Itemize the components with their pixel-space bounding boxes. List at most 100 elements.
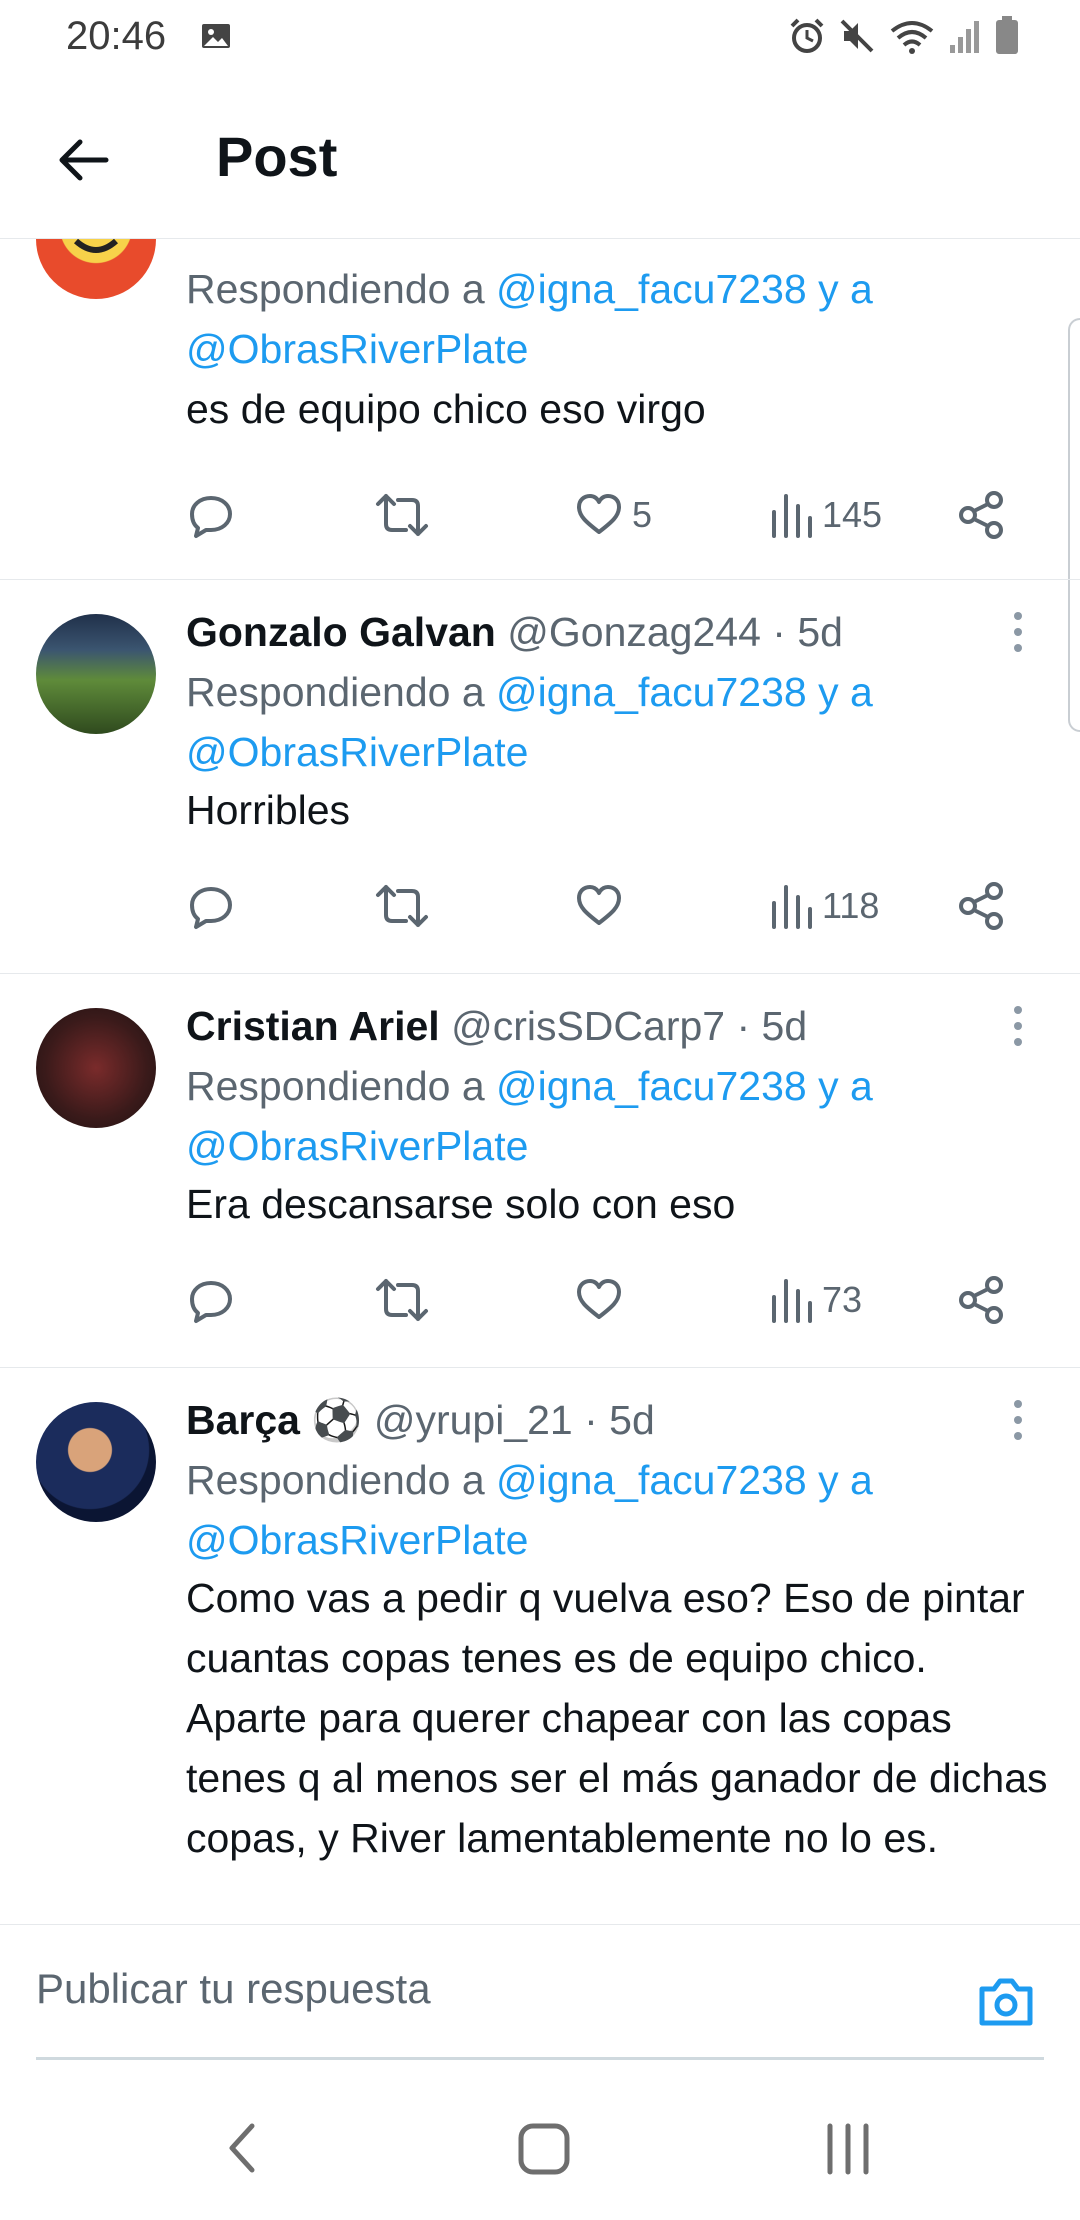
replies-feed[interactable]: Respondiendo a @igna_facu7238 y a @Obras… xyxy=(0,239,1080,1924)
page-title: Post xyxy=(216,125,338,188)
author-name[interactable]: Gonzalo Galvan xyxy=(186,609,496,655)
status-icons xyxy=(788,16,1020,56)
reply-context: Respondiendo a @igna_facu7238 y a @Obras… xyxy=(186,662,1046,782)
view-count: 145 xyxy=(822,494,883,535)
reply-user-link[interactable]: @ObrasRiverPlate xyxy=(186,1123,528,1169)
retweet-icon xyxy=(376,1279,428,1321)
reply-user-link[interactable]: @ObrasRiverPlate xyxy=(186,729,528,775)
status-bar: 20:46 xyxy=(0,0,1080,76)
retweet-icon xyxy=(376,885,428,927)
reply-user-link[interactable]: @igna_facu7238 xyxy=(496,669,807,715)
reply-prefix: Respondiendo a xyxy=(186,266,485,312)
like-icon xyxy=(577,885,621,925)
like-button[interactable] xyxy=(574,1270,624,1330)
more-icon[interactable] xyxy=(1010,1390,1026,1450)
nav-back-icon[interactable] xyxy=(222,2118,262,2178)
reply-user-link[interactable]: @igna_facu7238 xyxy=(496,1063,807,1109)
like-button[interactable] xyxy=(574,876,624,936)
author-name[interactable]: Barça ⚽ xyxy=(186,1397,362,1443)
tweet-text: Era descansarse solo con eso xyxy=(186,1181,736,1227)
retweet-icon xyxy=(376,494,428,536)
tweet-1[interactable]: Gonzalo Galvan @Gonzag244 · 5d Respondie… xyxy=(0,580,1080,974)
reply-user-link[interactable]: @ObrasRiverPlate xyxy=(186,326,528,372)
tweet-text: Como vas a pedir q vuelva eso? Eso de pi… xyxy=(186,1575,1048,1861)
share-icon xyxy=(959,1276,1003,1324)
avatar-face-icon xyxy=(73,239,119,253)
reply-user-link[interactable]: @igna_facu7238 xyxy=(496,266,807,312)
reply-icon xyxy=(190,1281,232,1323)
gallery-notification-icon xyxy=(202,24,230,48)
tweet-3[interactable]: Barça ⚽ @yrupi_21 · 5d Respondiendo a @i… xyxy=(0,1368,1080,1924)
reply-icon xyxy=(190,496,232,538)
tweet-actions: 5 145 xyxy=(0,485,1080,545)
reply-prefix: Respondiendo a xyxy=(186,1063,485,1109)
composer-underline xyxy=(36,2057,1044,2060)
tweet-meta: Barça ⚽ @yrupi_21 · 5d xyxy=(186,1390,655,1450)
avatar[interactable] xyxy=(36,614,156,734)
share-button[interactable] xyxy=(958,876,1006,936)
more-icon[interactable] xyxy=(1010,996,1026,1056)
avatar[interactable] xyxy=(36,239,156,299)
mute-icon xyxy=(840,19,874,53)
reply-and-link[interactable]: y a xyxy=(818,1063,873,1109)
views-button[interactable]: 73 xyxy=(770,1270,862,1330)
back-arrow-icon[interactable] xyxy=(52,128,116,192)
share-button[interactable] xyxy=(958,485,1006,545)
nav-home-icon[interactable] xyxy=(516,2118,572,2178)
status-time: 20:46 xyxy=(66,14,167,58)
reply-prefix: Respondiendo a xyxy=(186,669,485,715)
avatar[interactable] xyxy=(36,1008,156,1128)
tweet-2[interactable]: Cristian Ariel @crisSDCarp7 · 5d Respond… xyxy=(0,974,1080,1368)
author-handle[interactable]: @yrupi_21 · 5d xyxy=(374,1397,655,1443)
reply-and-link[interactable]: y a xyxy=(818,1457,873,1503)
tweet-text: Horribles xyxy=(186,787,351,833)
retweet-button[interactable] xyxy=(374,876,430,936)
reply-prefix: Respondiendo a xyxy=(186,1457,485,1503)
author-handle[interactable]: @crisSDCarp7 · 5d xyxy=(451,1003,807,1049)
retweet-button[interactable] xyxy=(374,485,430,545)
nav-recents-icon[interactable] xyxy=(820,2118,876,2178)
view-count: 118 xyxy=(822,885,880,926)
reply-button[interactable] xyxy=(186,485,236,545)
reply-context: Respondiendo a @igna_facu7238 y a @Obras… xyxy=(186,259,1046,379)
tweet-0[interactable]: Respondiendo a @igna_facu7238 y a @Obras… xyxy=(0,239,1080,580)
views-icon xyxy=(772,494,812,538)
reply-context: Respondiendo a @igna_facu7238 y a @Obras… xyxy=(186,1450,1046,1570)
author-name[interactable]: Cristian Ariel xyxy=(186,1003,440,1049)
views-icon xyxy=(772,885,812,929)
views-button[interactable]: 118 xyxy=(770,876,879,936)
reply-composer: Publicar tu respuesta xyxy=(0,1924,1080,2061)
share-icon xyxy=(959,491,1003,539)
more-icon[interactable] xyxy=(1010,602,1026,662)
like-button[interactable]: 5 xyxy=(574,485,652,545)
views-icon xyxy=(772,1279,812,1323)
views-button[interactable]: 145 xyxy=(770,485,882,545)
tweet-text: es de equipo chico eso virgo xyxy=(186,386,706,432)
reply-user-link[interactable]: @igna_facu7238 xyxy=(496,1457,807,1503)
reply-and-link[interactable]: y a xyxy=(818,266,873,312)
reply-icon xyxy=(190,887,232,929)
alarm-icon xyxy=(790,18,824,53)
tweet-meta: Cristian Ariel @crisSDCarp7 · 5d xyxy=(186,996,807,1056)
camera-icon[interactable] xyxy=(976,1973,1036,2029)
reply-user-link[interactable]: @ObrasRiverPlate xyxy=(186,1517,528,1563)
signal-icon xyxy=(950,21,979,53)
system-nav-bar xyxy=(0,2080,1080,2220)
tweet-actions: 118 xyxy=(0,876,1080,936)
reply-context: Respondiendo a @igna_facu7238 y a @Obras… xyxy=(186,1056,1046,1176)
reply-button[interactable] xyxy=(186,1270,236,1330)
tweet-actions: 73 xyxy=(0,1270,1080,1330)
avatar[interactable] xyxy=(36,1402,156,1522)
view-count: 73 xyxy=(822,1279,863,1320)
reply-and-link[interactable]: y a xyxy=(818,669,873,715)
share-button[interactable] xyxy=(958,1270,1006,1330)
reply-input[interactable]: Publicar tu respuesta xyxy=(36,1965,431,2013)
header: Post xyxy=(0,76,1080,239)
reply-button[interactable] xyxy=(186,876,236,936)
like-icon xyxy=(577,1279,621,1319)
like-count: 5 xyxy=(632,494,653,535)
author-handle[interactable]: @Gonzag244 · 5d xyxy=(507,609,843,655)
share-icon xyxy=(959,882,1003,930)
like-icon xyxy=(577,494,621,534)
retweet-button[interactable] xyxy=(374,1270,430,1330)
